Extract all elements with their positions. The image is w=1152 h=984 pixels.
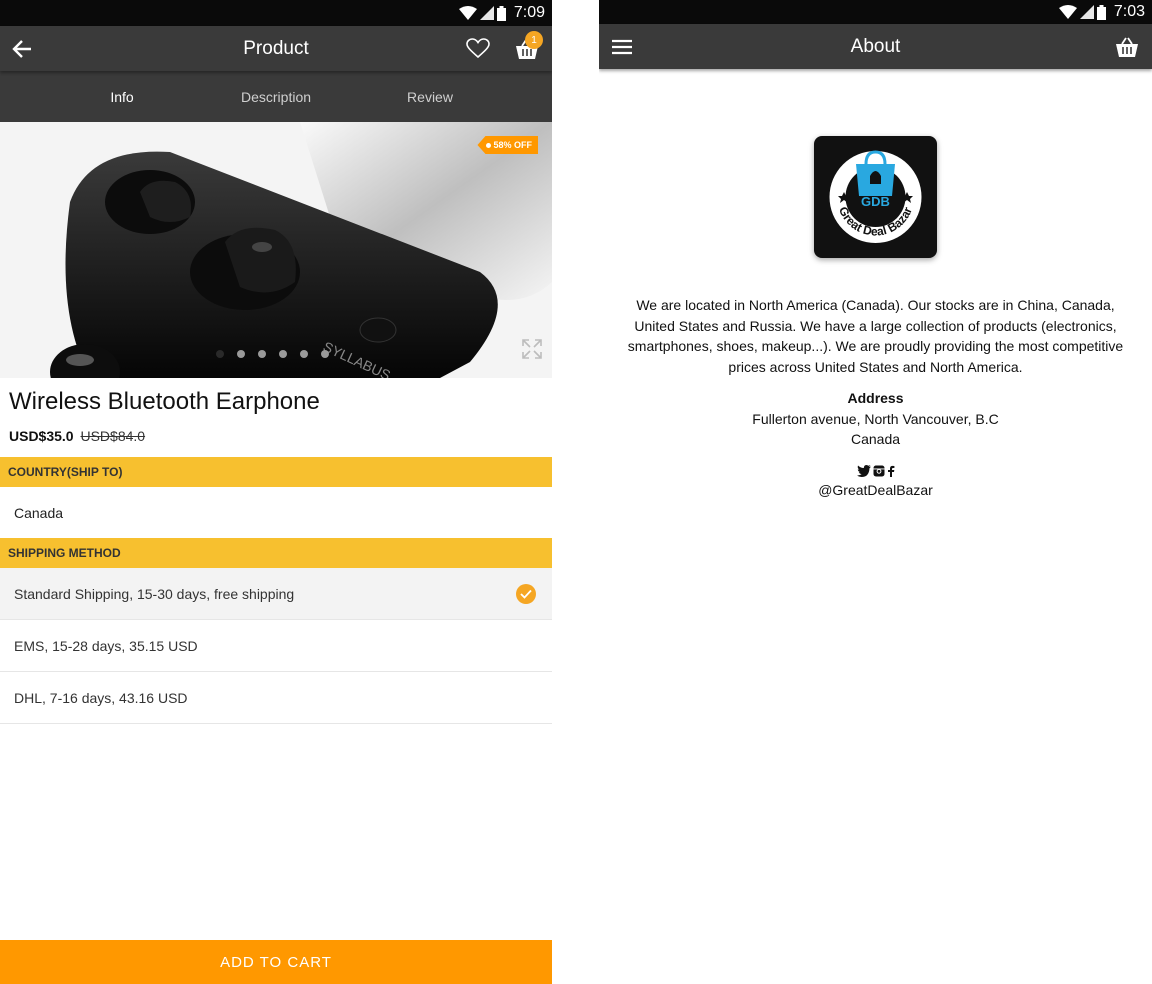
- country-selector[interactable]: Canada: [0, 487, 552, 538]
- heart-icon: [466, 38, 490, 59]
- selected-check-icon: [516, 583, 536, 604]
- page-title: About: [850, 35, 901, 57]
- shipping-option-label: Standard Shipping, 15-30 days, free ship…: [14, 585, 295, 602]
- shipping-section-header: SHIPPING METHOD: [0, 538, 552, 568]
- battery-icon: [496, 5, 506, 21]
- status-time: 7:03: [1113, 3, 1145, 20]
- carousel-dot[interactable]: [300, 350, 308, 358]
- back-button[interactable]: [2, 26, 42, 71]
- shipping-option-label: DHL, 7-16 days, 43.16 USD: [14, 689, 188, 706]
- address-heading: Address: [847, 390, 904, 406]
- fullscreen-button[interactable]: [522, 339, 542, 364]
- tab-info[interactable]: Info: [45, 89, 199, 105]
- twitter-icon[interactable]: [856, 464, 871, 477]
- address-line-1: Fullerton avenue, North Vancouver, B.C: [752, 410, 999, 427]
- tab-bar: Info Description Review: [0, 71, 552, 122]
- carousel-dot[interactable]: [216, 350, 224, 358]
- signal-icon: [479, 6, 494, 20]
- social-links: [619, 463, 1132, 479]
- menu-button[interactable]: [602, 24, 642, 69]
- shipping-option-dhl[interactable]: DHL, 7-16 days, 43.16 USD: [0, 672, 552, 724]
- discount-badge: 58% OFF: [477, 136, 538, 154]
- shipping-option-standard[interactable]: Standard Shipping, 15-30 days, free ship…: [0, 568, 552, 620]
- battery-icon: [1096, 4, 1106, 20]
- wifi-icon: [458, 6, 477, 20]
- original-price: USD$84.0: [80, 428, 146, 444]
- tab-review[interactable]: Review: [353, 89, 507, 105]
- shipping-option-label: EMS, 15-28 days, 35.15 USD: [14, 637, 198, 654]
- instagram-icon[interactable]: [873, 465, 885, 477]
- about-description: We are located in North America (Canada)…: [627, 297, 1124, 375]
- expand-icon: [522, 339, 542, 359]
- cart-button[interactable]: [1107, 24, 1147, 69]
- cart-button[interactable]: 1: [507, 26, 547, 71]
- store-logo: GDB Great Deal Bazar: [814, 136, 937, 258]
- basket-icon: [1116, 37, 1138, 57]
- carousel-dot[interactable]: [237, 350, 245, 358]
- signal-icon: [1079, 5, 1094, 19]
- carousel-dots: [216, 350, 329, 358]
- product-image-carousel[interactable]: SYLLABUS 58% OFF: [0, 122, 552, 378]
- product-title: Wireless Bluetooth Earphone: [9, 388, 320, 415]
- product-screen: 7:09 Product 1 Info Description Review S…: [0, 0, 552, 984]
- app-bar: About: [599, 24, 1152, 69]
- hamburger-menu-icon: [612, 39, 632, 54]
- about-screen: 7:03 About GDB Great Deal Bazar We are l…: [599, 0, 1152, 984]
- current-price: USD$35.0: [9, 428, 74, 444]
- svg-text:GDB: GDB: [861, 194, 890, 209]
- about-content: We are located in North America (Canada)…: [619, 295, 1132, 500]
- carousel-dot[interactable]: [279, 350, 287, 358]
- arrow-left-icon: [12, 39, 31, 58]
- shipping-option-ems[interactable]: EMS, 15-28 days, 35.15 USD: [0, 620, 552, 672]
- status-bar: 7:09: [0, 0, 552, 26]
- product-image: SYLLABUS: [0, 122, 552, 378]
- price-row: USD$35.0 USD$84.0: [0, 416, 552, 444]
- carousel-dot[interactable]: [321, 350, 329, 358]
- status-bar: 7:03: [599, 0, 1152, 24]
- country-section-header: COUNTRY(SHIP TO): [0, 457, 552, 487]
- app-bar: Product 1: [0, 26, 552, 71]
- carousel-dot[interactable]: [258, 350, 266, 358]
- status-time: 7:09: [513, 4, 545, 21]
- tab-description[interactable]: Description: [199, 89, 353, 105]
- wifi-icon: [1058, 5, 1077, 19]
- facebook-icon[interactable]: [887, 465, 895, 477]
- page-title: Product: [243, 37, 309, 59]
- wishlist-button[interactable]: [458, 26, 498, 71]
- address-line-2: Canada: [850, 431, 901, 447]
- social-handle[interactable]: @GreatDealBazar: [619, 480, 1132, 501]
- add-to-cart-button[interactable]: ADD TO CART: [0, 940, 552, 984]
- cart-count-badge: 1: [525, 31, 543, 49]
